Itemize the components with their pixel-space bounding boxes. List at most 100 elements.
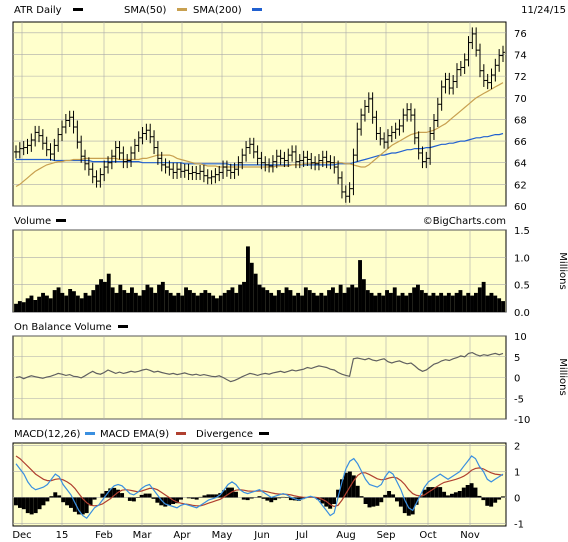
volume-bar [41, 292, 45, 312]
volume-bar [72, 291, 76, 312]
divergence-bar [206, 494, 211, 498]
volume-bar [133, 292, 138, 312]
x-tick-label: Feb [95, 530, 113, 541]
volume-bar [497, 298, 502, 312]
volume-bar [48, 298, 53, 312]
divergence-bar [84, 497, 89, 514]
volume-bar [427, 295, 432, 312]
volume-bar [392, 287, 397, 312]
volume-y-tick: 0.0 [514, 308, 530, 319]
divergence-bar [245, 497, 250, 501]
volume-y-tick: 1.5 [514, 226, 530, 237]
volume-bar [21, 302, 26, 312]
volume-bar [253, 273, 258, 312]
obv-unit: Millions [557, 358, 568, 395]
price-y-ticks: 76 74 72 70 68 66 64 62 60 [514, 29, 527, 213]
divergence-bar [179, 497, 183, 500]
divergence-bar [151, 497, 156, 499]
volume-bar [191, 292, 196, 312]
volume-bar [87, 295, 92, 312]
divergence-bar [410, 497, 415, 515]
price-y-tick: 70 [514, 94, 527, 105]
divergence-bar [33, 497, 38, 514]
divergence-bar [359, 496, 364, 498]
x-axis-labels: Dec 15 Feb Mar Apr May Jun Jul Aug Sep Oct Nov [12, 530, 480, 541]
obv-y-tick: -10 [514, 415, 530, 426]
obv-y-tick: -5 [514, 394, 524, 405]
price-legend-atr-swatch [73, 8, 83, 11]
x-tick-label: Nov [460, 530, 480, 541]
volume-bar [172, 295, 177, 312]
x-tick-label: Jun [253, 530, 270, 541]
stock-chart: 76 74 72 70 68 66 64 62 60 ATR Daily SMA(50) SMA… [12, 5, 568, 541]
volume-bar [29, 295, 34, 312]
divergence-bar [49, 496, 54, 498]
price-legend-atr: ATR Daily [14, 5, 62, 16]
x-tick-label: 15 [56, 530, 69, 541]
volume-y-tick: 0.5 [514, 281, 530, 292]
volume-bar [203, 290, 208, 312]
volume-bar [99, 279, 103, 312]
divergence-bar [493, 497, 498, 503]
divergence-bar [241, 497, 246, 500]
volume-bar [265, 290, 270, 312]
volume-bar [412, 287, 417, 312]
volume-bar [443, 295, 447, 312]
volume-bar [288, 290, 293, 312]
volume-bar [199, 292, 204, 312]
volume-bar [269, 292, 274, 312]
volume-y-ticks: 1.5 1.0 0.5 0.0 [514, 226, 530, 319]
volume-bar [358, 260, 362, 312]
volume-bar [377, 292, 382, 312]
divergence-bar [450, 493, 454, 498]
price-plot-bg [12, 21, 507, 207]
divergence-bar [461, 487, 466, 498]
macd-y-tick: 2 [514, 442, 520, 453]
volume-bar [404, 295, 409, 312]
obv-y-tick: 0 [514, 374, 520, 385]
x-tick-label: Jul [295, 530, 308, 541]
divergence-bar [143, 493, 148, 498]
divergence-bar [14, 497, 18, 506]
volume-bar [184, 287, 188, 312]
divergence-bar [395, 497, 399, 502]
divergence-bar [273, 497, 278, 501]
volume-bar [164, 290, 169, 312]
divergence-bar [61, 497, 66, 503]
obv-legend-swatch [118, 325, 128, 328]
macd-y-tick: 0 [514, 493, 520, 504]
volume-bar [342, 292, 347, 312]
volume-bar [419, 290, 424, 312]
divergence-bar [198, 496, 203, 498]
price-legend-sma200-swatch [252, 8, 262, 11]
volume-bar [470, 295, 474, 312]
divergence-bar [446, 495, 450, 498]
volume-bar [56, 287, 61, 312]
price-legend-sma200: SMA(200) [193, 5, 242, 16]
divergence-bar [489, 497, 494, 507]
volume-bar [273, 295, 277, 312]
divergence-bar [391, 494, 396, 498]
volume-bar [450, 295, 455, 312]
volume-bar [474, 292, 478, 312]
divergence-bar [387, 491, 392, 498]
volume-unit: Millions [557, 252, 568, 289]
divergence-bar [481, 497, 486, 501]
volume-bar [17, 301, 22, 312]
volume-legend: Volume [14, 216, 51, 227]
divergence-bar [127, 497, 132, 501]
volume-bar [300, 295, 304, 312]
volume-bar [458, 290, 463, 312]
divergence-bar [29, 497, 34, 515]
volume-bar [385, 290, 389, 312]
volume-bar [454, 292, 459, 312]
divergence-bar [453, 492, 458, 498]
divergence-bar [398, 497, 403, 507]
divergence-bar [210, 494, 215, 498]
divergence-bar [131, 497, 136, 502]
volume-bar [110, 287, 115, 312]
volume-bar [195, 295, 200, 312]
divergence-bar [363, 497, 368, 504]
volume-bar [83, 292, 88, 312]
volume-bar [160, 281, 165, 312]
